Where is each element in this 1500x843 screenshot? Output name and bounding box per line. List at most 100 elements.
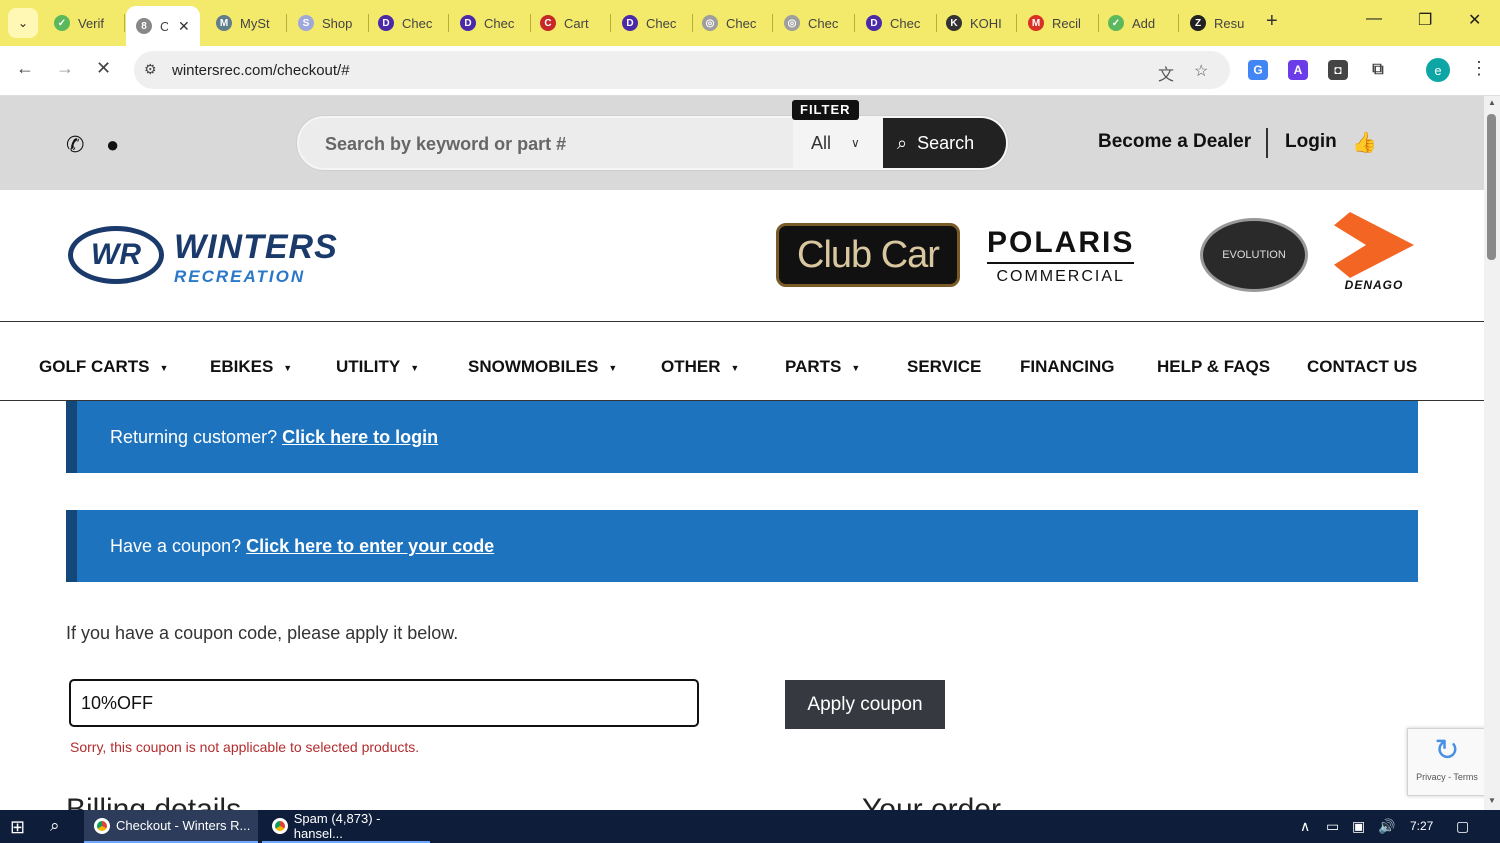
taskbar-item-checkout[interactable]: Checkout - Winters R... [84, 810, 258, 843]
returning-customer-notice: Returning customer? Click here to login [66, 401, 1418, 473]
browser-tab[interactable]: D Chec [450, 8, 528, 38]
tab-close-icon[interactable]: ✕ [178, 18, 190, 35]
coupon-code-input[interactable]: 10%OFF [69, 679, 699, 727]
nav-item[interactable]: CONTACT US [1307, 357, 1417, 377]
bookmark-star-icon[interactable]: ☆ [1194, 61, 1208, 81]
translate-icon[interactable]: 文 [1158, 61, 1174, 85]
nav-item[interactable]: SNOWMOBILES ▼ [468, 357, 617, 377]
search-filter-select[interactable]: All ∨ [793, 118, 883, 168]
tab-search-button[interactable]: ⌄ [8, 8, 38, 38]
nav-item[interactable]: SERVICE [907, 357, 981, 377]
taskbar-search-icon[interactable]: ⌕ [50, 816, 60, 836]
browser-tab[interactable]: ✓ Verif [44, 8, 122, 38]
browser-tab[interactable]: ◎ Chec [692, 8, 770, 38]
chevron-down-icon: ⌄ [17, 16, 29, 30]
caret-down-icon: ▼ [730, 362, 740, 373]
clubcar-logo[interactable]: Club Car [776, 223, 960, 287]
divider [1266, 128, 1268, 158]
browser-tab[interactable]: S Shop [288, 8, 366, 38]
minimize-icon[interactable]: — [1366, 10, 1382, 28]
tab-favicon-icon: K [946, 15, 962, 31]
text-extension-icon[interactable]: A [1288, 60, 1308, 80]
taskbar-clock[interactable]: 7:27 [1410, 819, 1433, 833]
thumbs-up-icon[interactable]: 👍 [1352, 130, 1377, 155]
browser-tab[interactable]: C Cart [530, 8, 608, 38]
apply-coupon-button[interactable]: Apply coupon [785, 680, 945, 729]
browser-tab[interactable]: 8 C ✕ [126, 6, 200, 46]
location-pin-icon[interactable]: ● [106, 132, 119, 158]
tab-title: MySt [240, 15, 270, 31]
new-tab-button[interactable]: + [1266, 10, 1278, 33]
nav-item-label: CONTACT US [1307, 357, 1418, 376]
windows-start-icon[interactable]: ⊞ [10, 817, 25, 838]
network-icon[interactable]: ▣ [1352, 818, 1365, 835]
become-dealer-link[interactable]: Become a Dealer [1098, 131, 1251, 153]
nav-item[interactable]: EBIKES ▼ [210, 357, 292, 377]
robot-extension-icon[interactable]: ◘ [1328, 60, 1348, 80]
nav-item[interactable]: UTILITY ▼ [336, 357, 419, 377]
browser-tab[interactable]: Z Resu [1180, 8, 1258, 38]
browser-tab[interactable]: ✓ Add [1098, 8, 1176, 38]
caret-down-icon: ▼ [410, 362, 420, 373]
coupon-toggle-link[interactable]: Click here to enter your code [246, 536, 494, 556]
tab-favicon-icon: ✓ [1108, 15, 1124, 31]
caret-down-icon: ▼ [608, 362, 618, 373]
google-translate-extension-icon[interactable]: G [1248, 60, 1268, 80]
nav-item-label: GOLF CARTS [39, 357, 150, 376]
browser-tab[interactable]: M MySt [206, 8, 284, 38]
tab-title: Chec [646, 15, 677, 31]
back-icon[interactable]: ← [16, 58, 34, 79]
scroll-down-arrow-icon[interactable]: ▼ [1488, 796, 1496, 805]
login-toggle-link[interactable]: Click here to login [282, 427, 438, 447]
chevron-down-icon: ∨ [851, 136, 860, 150]
browser-tab[interactable]: D Chec [368, 8, 446, 38]
url-text[interactable]: wintersrec.com/checkout/# [172, 62, 350, 79]
tab-favicon-icon: M [216, 15, 232, 31]
volume-icon[interactable]: 🔊 [1378, 818, 1395, 835]
browser-tab[interactable]: M Recil [1018, 8, 1096, 38]
nav-item[interactable]: HELP & FAQS [1157, 357, 1270, 377]
browser-tab[interactable]: D Chec [612, 8, 690, 38]
evolution-logo[interactable]: EVOLUTION [1200, 218, 1308, 292]
tab-separator [286, 14, 287, 32]
nav-item[interactable]: OTHER ▼ [661, 357, 739, 377]
login-link[interactable]: Login [1285, 131, 1337, 153]
search-input[interactable]: Search by keyword or part # [325, 134, 566, 155]
browser-tab[interactable]: D Chec [856, 8, 934, 38]
tab-favicon-icon: D [378, 15, 394, 31]
profile-avatar[interactable]: e [1426, 58, 1450, 82]
nav-item-label: HELP & FAQS [1157, 357, 1271, 376]
taskbar-item-spam[interactable]: Spam (4,873) - hansel... [262, 810, 430, 843]
site-info-icon[interactable]: ⚙ [144, 61, 157, 78]
nav-item[interactable]: PARTS ▼ [785, 357, 860, 377]
polaris-logo[interactable]: POLARIS COMMERCIAL [987, 226, 1135, 286]
search-filter-value: All [811, 132, 832, 153]
search-button[interactable]: ⌕ Search [883, 118, 1006, 168]
scroll-thumb[interactable] [1487, 114, 1496, 260]
notifications-icon[interactable]: ▢ [1456, 818, 1469, 835]
recaptcha-links[interactable]: Privacy - Terms [1408, 772, 1486, 782]
browser-tab[interactable]: ◎ Chec [774, 8, 852, 38]
page-scrollbar[interactable]: ▲ ▼ [1484, 96, 1500, 810]
denago-logo[interactable]: DENAGO [1334, 212, 1414, 292]
recaptcha-icon: ↻ [1434, 734, 1460, 767]
phone-icon[interactable]: ✆ [66, 132, 84, 158]
coupon-notice: Have a coupon? Click here to enter your … [66, 510, 1418, 582]
extensions-puzzle-icon[interactable]: ⧉ [1368, 60, 1388, 80]
restore-icon[interactable]: ❐ [1418, 10, 1432, 30]
site-top-bar: ✆ ● Search by keyword or part # All ∨ ⌕ … [0, 96, 1484, 190]
forward-icon[interactable]: → [56, 58, 74, 79]
address-bar[interactable]: ⚙ wintersrec.com/checkout/# 文 ☆ [134, 51, 1230, 89]
nav-item[interactable]: FINANCING [1020, 357, 1114, 377]
browser-menu-icon[interactable]: ⋮ [1470, 58, 1488, 79]
caret-down-icon: ▼ [851, 362, 861, 373]
scroll-up-arrow-icon[interactable]: ▲ [1488, 98, 1496, 107]
browser-tab[interactable]: K KOHI [936, 8, 1014, 38]
nav-item[interactable]: GOLF CARTS ▼ [39, 357, 168, 377]
tray-device-icon[interactable]: ▭ [1326, 818, 1339, 835]
recaptcha-badge[interactable]: ↻ Privacy - Terms [1407, 728, 1487, 796]
close-window-icon[interactable]: ✕ [1468, 10, 1481, 30]
nav-item-label: SERVICE [907, 357, 982, 376]
tray-chevron-up-icon[interactable]: ∧ [1300, 818, 1310, 835]
stop-loading-icon[interactable]: ✕ [96, 58, 111, 79]
